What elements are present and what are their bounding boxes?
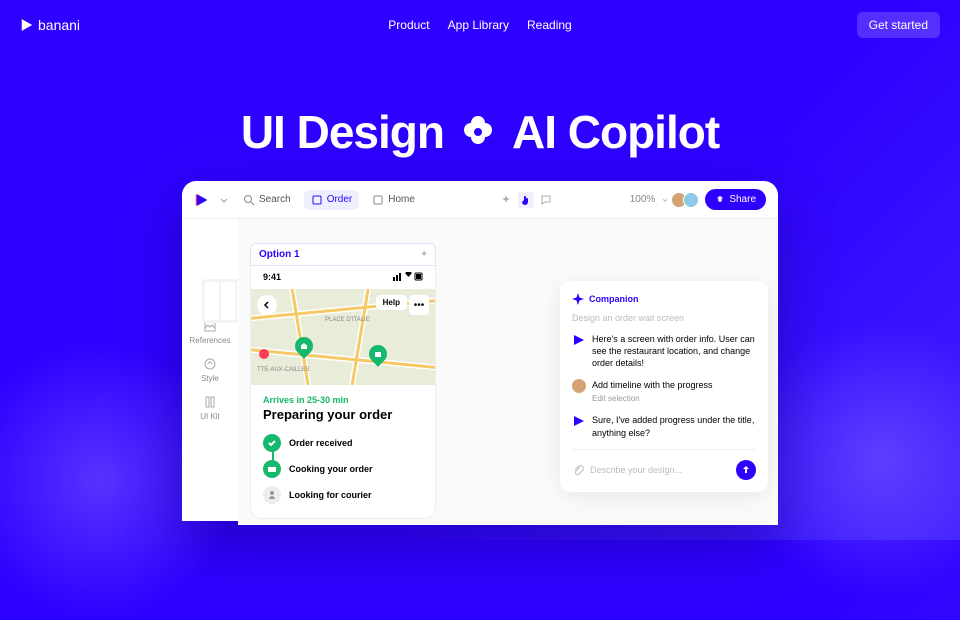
nav-product[interactable]: Product (388, 18, 429, 32)
companion-message: Add timeline with the progress Edit selec… (572, 379, 756, 404)
tab-order-label: Order (327, 194, 353, 205)
share-button[interactable]: Share (705, 189, 766, 210)
sparkle-icon (572, 293, 584, 305)
companion-hint: Design an order wait screen (572, 313, 756, 323)
restaurant-icon (267, 464, 277, 474)
tab-order[interactable]: Order (304, 190, 360, 210)
companion-placeholder: Describe your design... (590, 465, 682, 475)
map-place-label: TTE-AUX-CAILLES (257, 367, 309, 373)
person-icon (267, 490, 277, 500)
companion-input[interactable]: Describe your design... (572, 449, 756, 480)
step-label: Looking for courier (289, 490, 372, 500)
map-dot (259, 349, 269, 359)
step-label: Order received (289, 438, 353, 448)
phone-status-icons (393, 272, 423, 283)
map-more-button[interactable]: ••• (409, 295, 429, 315)
share-icon (715, 195, 725, 205)
step-courier: Looking for courier (263, 482, 423, 508)
message-text: Here's a screen with order info. User ca… (592, 333, 756, 369)
tab-search[interactable]: Search (236, 190, 298, 210)
map-back-button[interactable] (257, 295, 277, 315)
companion-title-label: Companion (589, 294, 639, 304)
order-status-title: Preparing your order (263, 407, 423, 422)
add-option-icon[interactable]: + (421, 249, 427, 260)
app-logo-icon (194, 193, 208, 207)
message-text: Sure, I've added progress under the titl… (592, 414, 756, 438)
share-label: Share (729, 194, 756, 205)
map-view[interactable]: Help ••• PLACE D'ITALIE TTE-AUX-CAILLES (251, 289, 435, 385)
nav-app-library[interactable]: App Library (448, 18, 509, 32)
app-window: Search Order Home 100% Share (182, 181, 778, 521)
tab-home[interactable]: Home (365, 190, 422, 210)
sidebar-uikit[interactable]: UI Kit (200, 395, 220, 421)
hero-right: AI Copilot (512, 105, 719, 159)
message-text: Add timeline with the progress (592, 380, 713, 390)
brand-logo[interactable]: banani (20, 17, 80, 33)
option-tab[interactable]: Option 1 + (250, 243, 436, 266)
sidebar-style[interactable]: Style (201, 357, 219, 383)
step-label: Cooking your order (289, 464, 373, 474)
tab-home-label: Home (388, 194, 415, 205)
hero-title: UI Design AI Copilot (0, 105, 960, 159)
nav-reading[interactable]: Reading (527, 18, 572, 32)
home-icon (372, 194, 384, 206)
comment-icon[interactable] (540, 194, 552, 206)
sidebar-references-label: References (190, 336, 231, 345)
map-place-label: PLACE D'ITALIE (325, 317, 370, 323)
phone-time: 9:41 (263, 272, 281, 283)
ai-avatar-icon (572, 414, 586, 428)
attachment-icon[interactable] (572, 464, 584, 476)
flower-icon (458, 112, 498, 152)
zoom-level[interactable]: 100% (630, 194, 656, 205)
hand-icon[interactable] (518, 192, 534, 208)
check-icon (267, 438, 277, 448)
ai-avatar-icon (572, 333, 586, 347)
collaborator-avatars[interactable] (675, 192, 699, 208)
send-button[interactable] (736, 460, 756, 480)
companion-panel: Companion Design an order wait screen He… (560, 281, 768, 492)
message-sub: Edit selection (592, 394, 713, 405)
companion-title: Companion (572, 293, 756, 305)
companion-message: Sure, I've added progress under the titl… (572, 414, 756, 438)
arrival-time: Arrives in 25-30 min (263, 395, 423, 405)
sidebar-uikit-label: UI Kit (200, 412, 220, 421)
brand-name: banani (38, 17, 80, 33)
tab-search-label: Search (259, 194, 291, 205)
get-started-button[interactable]: Get started (857, 12, 940, 38)
option-tab-label: Option 1 (259, 249, 300, 260)
arrow-up-icon (741, 465, 751, 475)
step-received: Order received (263, 430, 423, 456)
step-cooking: Cooking your order (263, 456, 423, 482)
user-avatar (572, 379, 586, 393)
style-icon (203, 357, 217, 371)
chevron-down-icon[interactable] (661, 194, 669, 206)
phone-mockup: 9:41 Help ••• PLACE D'ITALIE TTE-AUX-CAI… (250, 266, 436, 519)
sparkle-icon[interactable] (500, 194, 512, 206)
sidebar-style-label: Style (201, 374, 219, 383)
map-help-button[interactable]: Help (376, 295, 407, 310)
uikit-icon (203, 395, 217, 409)
chevron-down-icon[interactable] (218, 194, 230, 206)
hero-left: UI Design (241, 105, 444, 159)
search-icon (243, 194, 255, 206)
companion-message: Here's a screen with order info. User ca… (572, 333, 756, 369)
order-icon (311, 194, 323, 206)
